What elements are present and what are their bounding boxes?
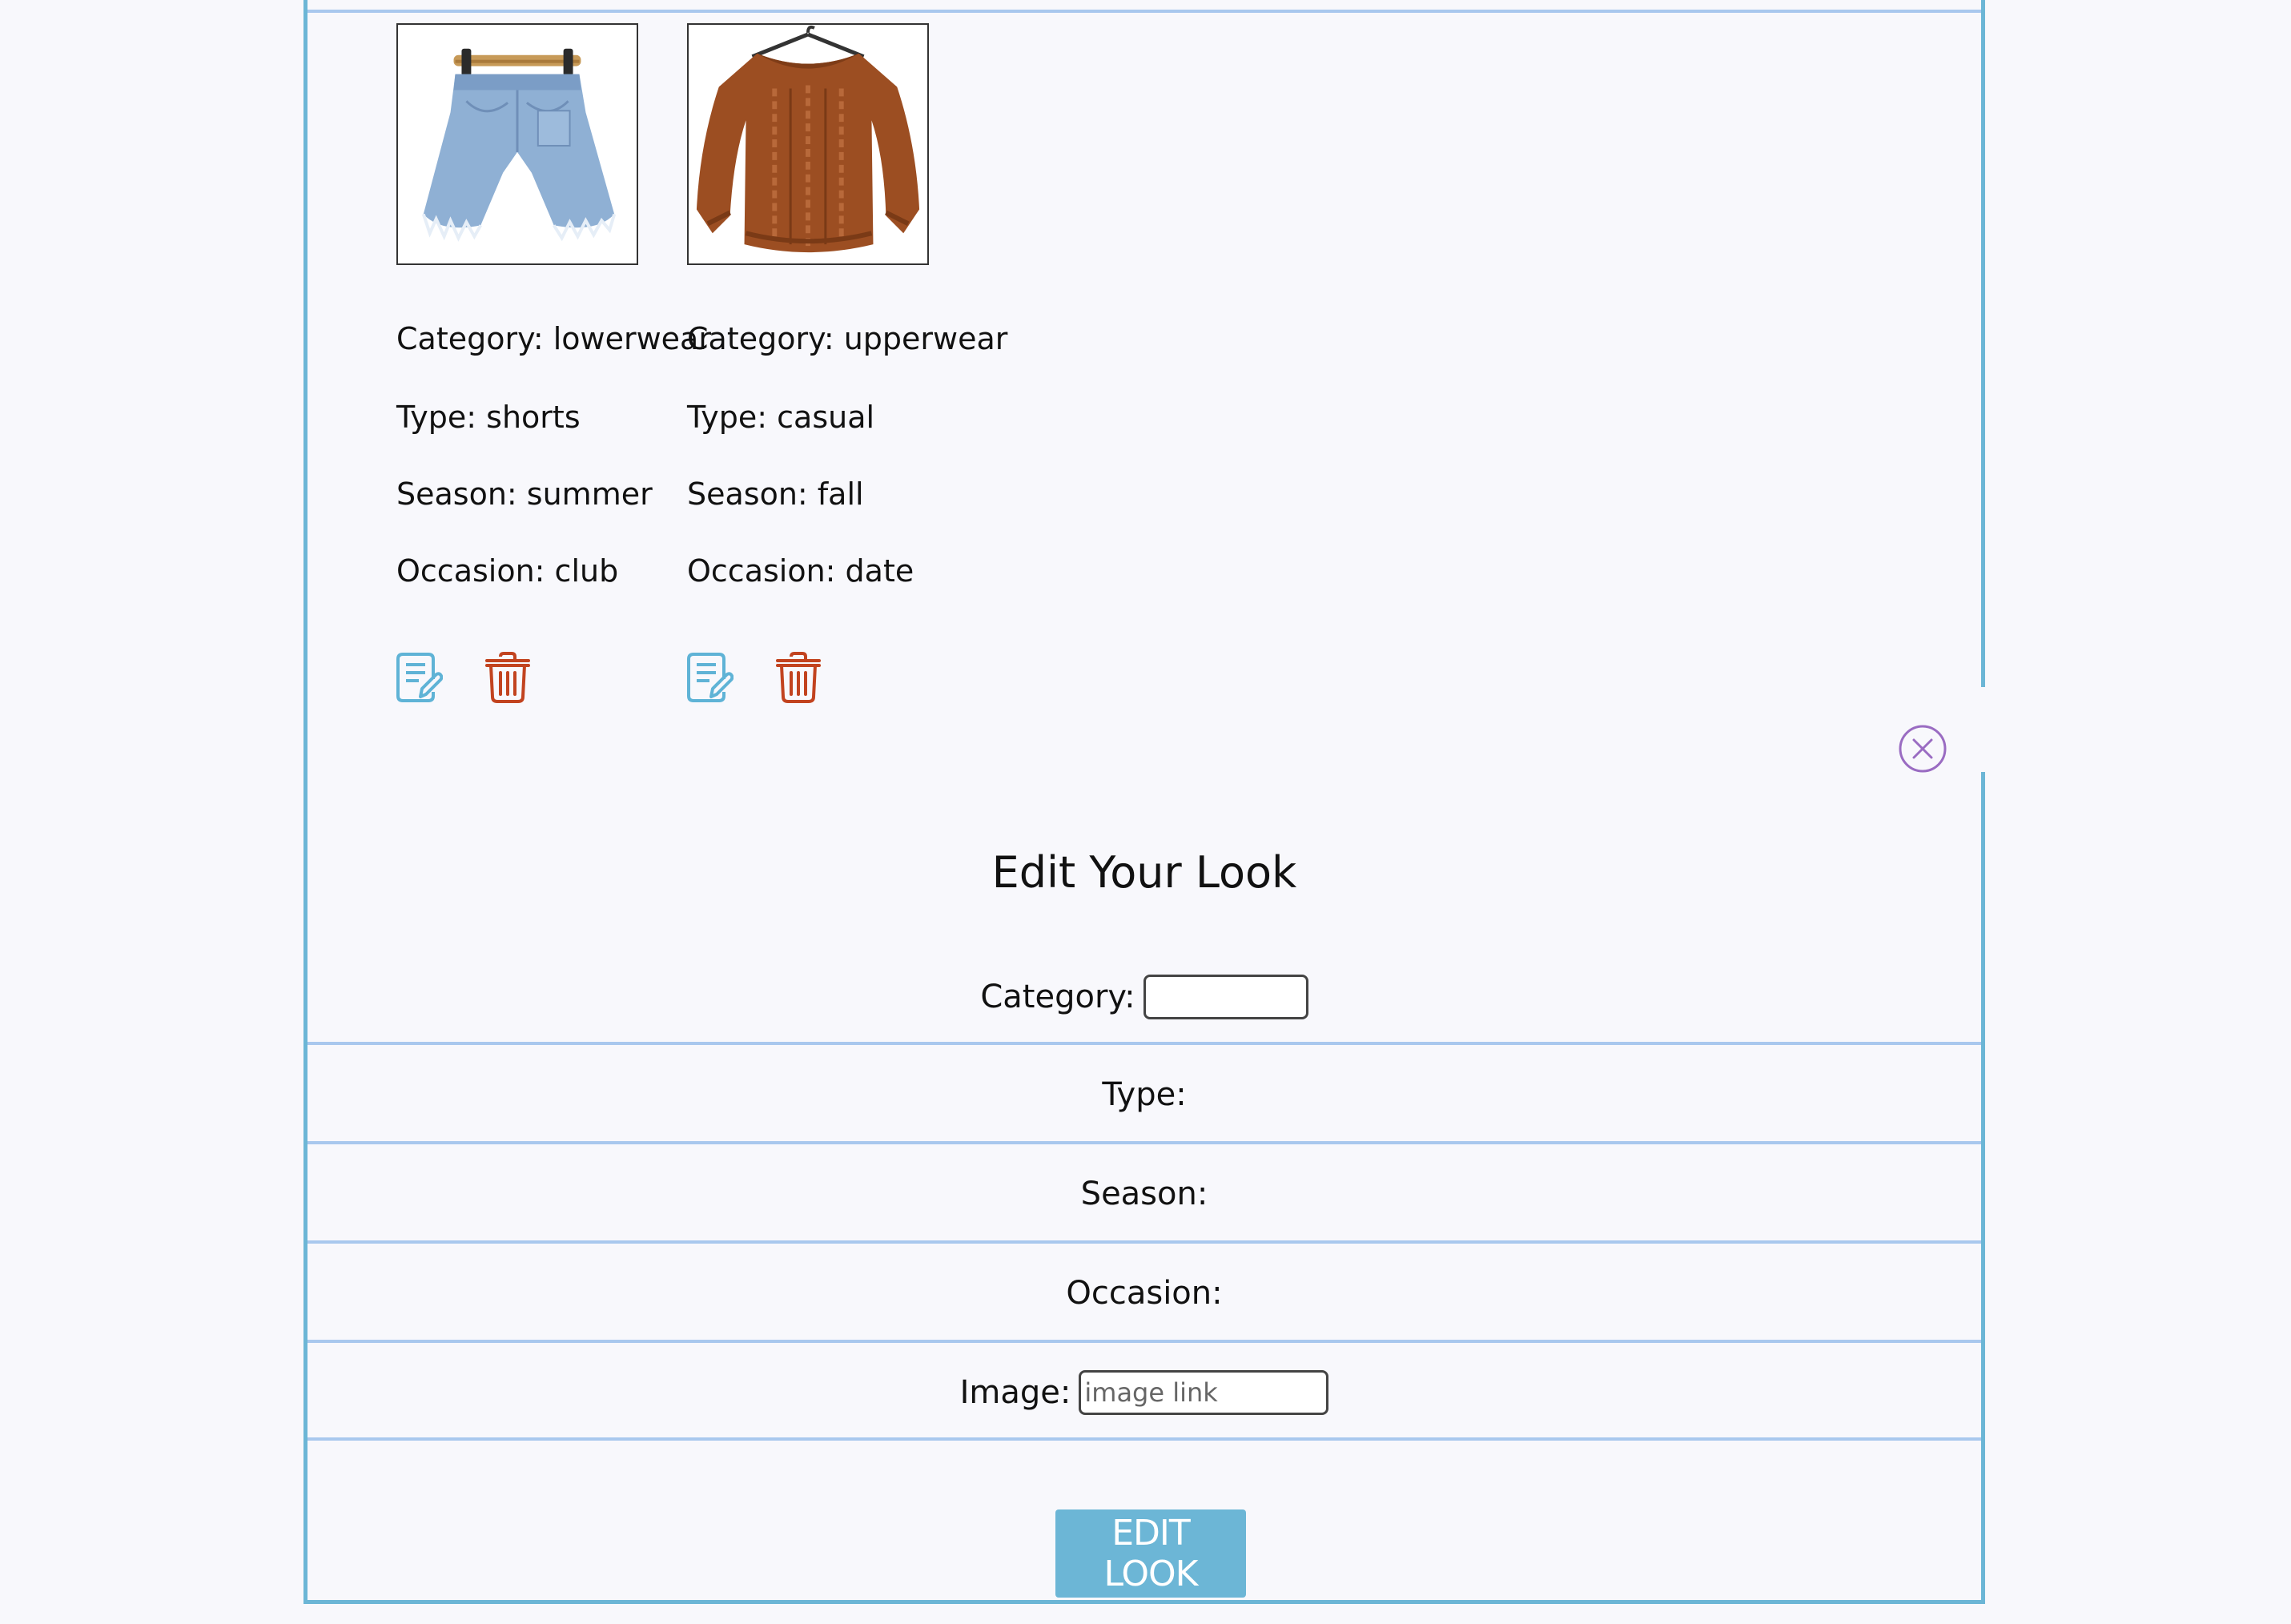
divider [307,1437,1981,1441]
edit-look-button[interactable]: EDIT LOOK [1055,1509,1246,1598]
edit-document-icon[interactable] [396,652,443,703]
category-label: Category: [980,979,1135,1015]
clothing-card: Category: lowerwear Type: shorts Season:… [396,23,711,703]
item-occasion: Occasion: date [687,553,914,589]
image-link-input[interactable] [1079,1370,1329,1415]
divider [307,10,1981,13]
category-input[interactable] [1143,975,1308,1019]
item-season: Season: fall [687,476,864,512]
item-actions [687,652,847,703]
looks-panel: Category: lowerwear Type: shorts Season:… [303,0,1985,1604]
brown-sweater-image [687,23,929,265]
trash-icon[interactable] [484,652,531,703]
denim-shorts-image [396,23,638,265]
trash-icon[interactable] [775,652,822,703]
occasion-label: Occasion: [1066,1275,1223,1312]
edit-document-icon[interactable] [687,652,734,703]
modal-title: Edit Your Look [991,847,1297,898]
item-occasion: Occasion: club [396,553,619,589]
item-type: Type: casual [687,400,875,435]
season-row: Season: [307,1141,1981,1244]
close-circle-icon[interactable] [1897,723,1948,774]
item-category: Category: lowerwear [396,321,711,356]
category-row: Category: [307,947,1981,1047]
image-row: Image: [307,1340,1981,1442]
item-season: Season: summer [396,476,653,512]
occasion-row: Occasion: [307,1240,1981,1343]
modal-edge [1977,687,1988,772]
type-label: Type: [1102,1076,1187,1113]
type-row: Type: [307,1042,1981,1144]
season-label: Season: [1080,1176,1208,1212]
item-category: Category: upperwear [687,321,1008,356]
item-actions [396,652,557,703]
item-type: Type: shorts [396,400,581,435]
image-label: Image: [959,1374,1071,1411]
clothing-card: Category: upperwear Type: casual Season:… [687,23,1007,703]
